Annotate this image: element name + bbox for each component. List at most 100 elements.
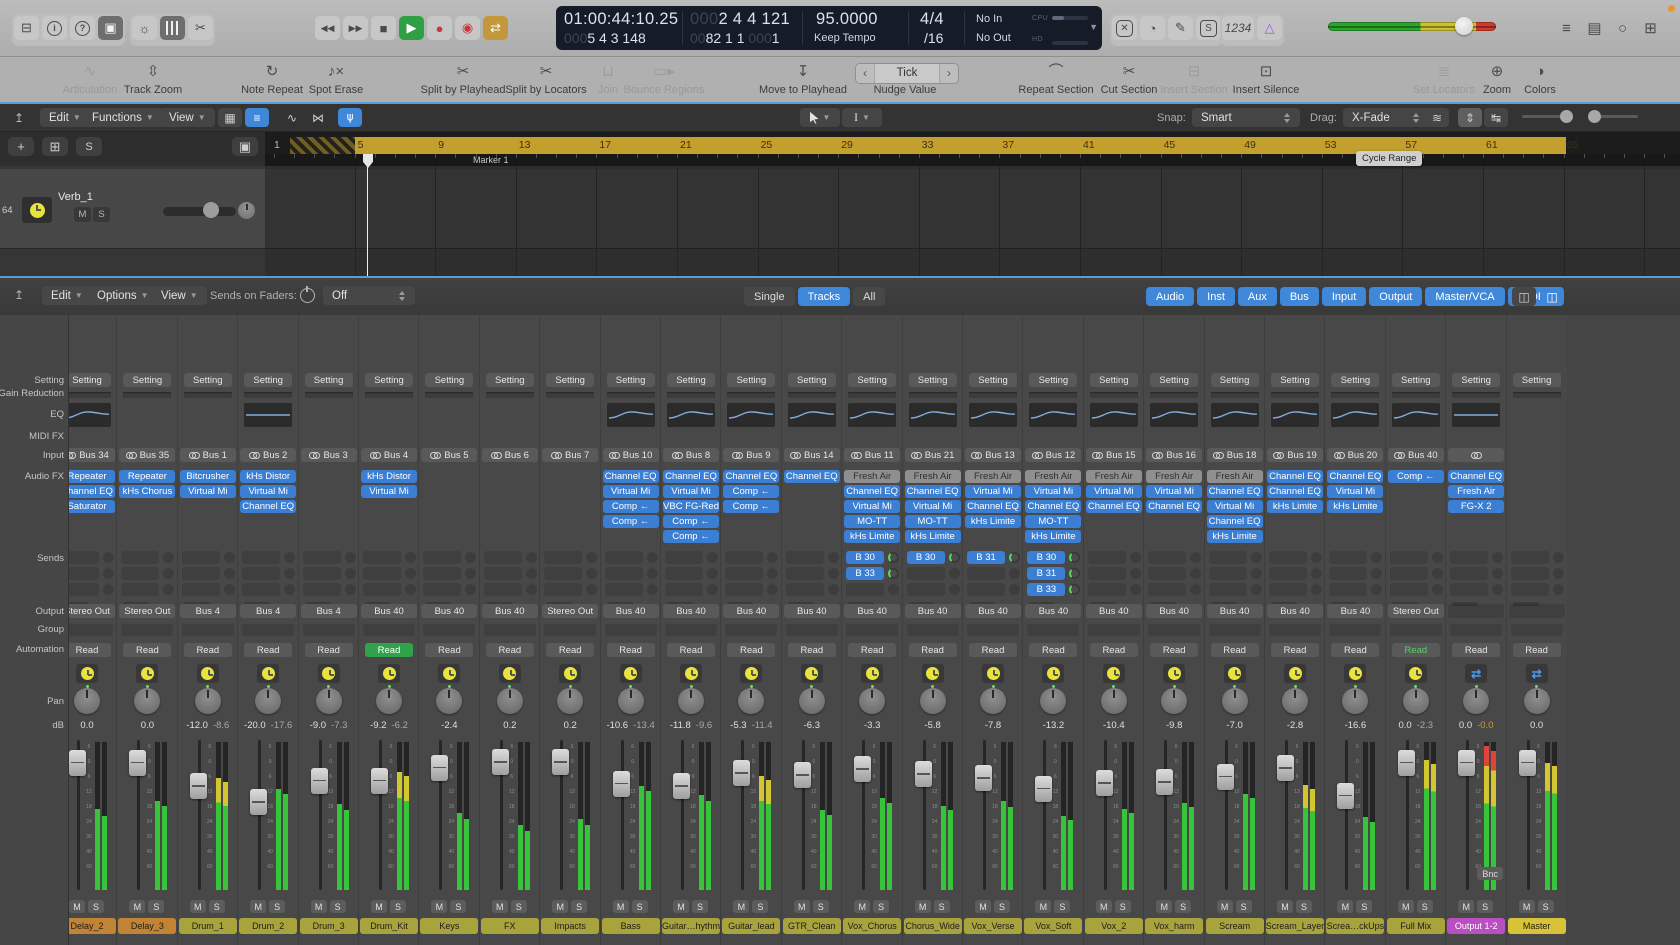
channel-db-readout[interactable]: -9.8 bbox=[1144, 720, 1204, 732]
channel-output-button[interactable]: Bus 40 bbox=[1025, 604, 1081, 618]
audio-fx-slot[interactable]: Comp ← bbox=[603, 515, 659, 528]
send-slot-empty[interactable] bbox=[1329, 583, 1367, 596]
solo-button[interactable]: S bbox=[511, 900, 527, 913]
mute-button[interactable]: M bbox=[552, 900, 568, 913]
solo-button[interactable]: S bbox=[330, 900, 346, 913]
audio-fx-slot[interactable]: Virtual Mi bbox=[663, 485, 719, 498]
metronome-icon[interactable]: △ bbox=[1257, 16, 1282, 40]
channel-setting-button[interactable]: Setting bbox=[486, 373, 534, 387]
mixer-filter-output[interactable]: Output bbox=[1369, 287, 1422, 306]
channel-output-button[interactable]: Bus 40 bbox=[361, 604, 417, 618]
count-in-button[interactable]: 1234 bbox=[1222, 16, 1254, 40]
send-slot-empty[interactable] bbox=[1450, 567, 1488, 580]
tuner-icon[interactable]: ◔ bbox=[1140, 16, 1165, 40]
channel-setting-button[interactable]: Setting bbox=[1271, 373, 1319, 387]
audio-fx-slot[interactable]: Channel EQ bbox=[1327, 470, 1383, 483]
channel-strip[interactable]: SettingBus 12Fresh AirVirtual MiChannel … bbox=[1022, 315, 1083, 945]
channel-db-readout[interactable]: -3.3 bbox=[842, 720, 902, 732]
fader-cap[interactable] bbox=[1337, 783, 1354, 809]
channel-setting-button[interactable]: Setting bbox=[244, 373, 292, 387]
send-slot-empty[interactable] bbox=[786, 567, 824, 580]
channel-automation-button[interactable]: Read bbox=[1029, 643, 1077, 657]
inspector-toggle-icon[interactable]: ▣ bbox=[98, 16, 123, 40]
mute-button[interactable]: M bbox=[1156, 900, 1172, 913]
pan-knob[interactable] bbox=[799, 688, 825, 714]
audio-fx-slot[interactable]: Fresh Air bbox=[965, 470, 1021, 483]
channel-name[interactable]: Delay_3 bbox=[118, 918, 176, 934]
channel-automation-button[interactable]: Read bbox=[848, 643, 896, 657]
audio-fx-slot[interactable]: kHs Limite bbox=[1327, 500, 1383, 513]
mixer-filter-input[interactable]: Input bbox=[1322, 287, 1366, 306]
channel-group-button[interactable] bbox=[1329, 624, 1381, 636]
track-header-verb1[interactable]: 64 Verb_1 M S bbox=[0, 169, 265, 249]
mute-button[interactable]: M bbox=[854, 900, 870, 913]
channel-input-button[interactable]: Bus 9 bbox=[723, 448, 779, 462]
channel-output-button[interactable]: Stereo Out bbox=[542, 604, 598, 618]
pan-knob[interactable] bbox=[678, 688, 704, 714]
channel-eq-thumbnail[interactable] bbox=[1150, 403, 1198, 427]
split-tool-icon[interactable]: ⋔ bbox=[338, 108, 362, 127]
toolbar-item-colors[interactable]: ◑Colors bbox=[1475, 62, 1605, 96]
channel-group-button[interactable] bbox=[846, 624, 898, 636]
channel-group-button[interactable] bbox=[1269, 624, 1321, 636]
send-slot-empty[interactable] bbox=[907, 567, 945, 580]
channel-db-readout[interactable]: -7.0 bbox=[1205, 720, 1265, 732]
pan-knob[interactable] bbox=[1101, 688, 1127, 714]
channel-strip[interactable]: SettingChannel EQFresh AirFG-X 2Read⇄0.0… bbox=[1445, 315, 1506, 945]
sends-on-faders-menu[interactable]: Off bbox=[323, 286, 415, 305]
channel-eq-thumbnail[interactable] bbox=[727, 403, 775, 427]
channel-input-button[interactable]: Bus 5 bbox=[421, 448, 477, 462]
mute-button[interactable]: M bbox=[1458, 900, 1474, 913]
fader-cap[interactable] bbox=[915, 761, 932, 787]
channel-setting-button[interactable]: Setting bbox=[607, 373, 655, 387]
bar-ruler[interactable]: 1591317212529333741454953576165 Marker 1 bbox=[265, 132, 1680, 166]
channel-automation-button[interactable]: Read bbox=[305, 643, 353, 657]
audio-fx-slot[interactable]: Virtual Mi bbox=[361, 485, 417, 498]
channel-eq-thumbnail[interactable] bbox=[1211, 403, 1259, 427]
mute-button[interactable]: M bbox=[190, 900, 206, 913]
audio-fx-slot[interactable]: Channel EQ bbox=[240, 500, 296, 513]
send-slot-empty[interactable] bbox=[182, 551, 220, 564]
library-icon[interactable]: ⊟ bbox=[14, 16, 39, 40]
send-slot-empty[interactable] bbox=[967, 583, 1005, 596]
send-slot-empty[interactable] bbox=[121, 567, 159, 580]
tracks-view-menu[interactable]: View▼ bbox=[160, 108, 215, 127]
audio-fx-slot[interactable]: Channel EQ bbox=[784, 470, 840, 483]
pan-knob[interactable] bbox=[1282, 688, 1308, 714]
send-slot-empty[interactable] bbox=[1148, 551, 1186, 564]
fader-cap[interactable] bbox=[129, 750, 146, 776]
record-button[interactable]: ● bbox=[427, 16, 452, 40]
audio-fx-slot[interactable]: Channel EQ bbox=[1267, 485, 1323, 498]
mute-button[interactable]: M bbox=[250, 900, 266, 913]
send-slot[interactable]: B 30 bbox=[907, 551, 945, 564]
send-slot-empty[interactable] bbox=[423, 583, 461, 596]
solo-button[interactable]: S bbox=[1236, 900, 1252, 913]
channel-eq-thumbnail[interactable] bbox=[667, 403, 715, 427]
mute-button[interactable]: M bbox=[1035, 900, 1051, 913]
channel-group-button[interactable] bbox=[786, 624, 838, 636]
solo-button[interactable]: S bbox=[450, 900, 466, 913]
solo-button[interactable]: S bbox=[873, 900, 889, 913]
send-slot-empty[interactable] bbox=[1390, 551, 1428, 564]
send-slot-empty[interactable] bbox=[1511, 567, 1549, 580]
solo-button[interactable]: S bbox=[934, 900, 950, 913]
channel-db-readout[interactable]: -16.6 bbox=[1325, 720, 1385, 732]
pan-knob[interactable] bbox=[920, 688, 946, 714]
solo-button[interactable]: S bbox=[813, 900, 829, 913]
channel-input-button[interactable]: Bus 16 bbox=[1146, 448, 1202, 462]
channel-db-readout[interactable]: 0.2 bbox=[480, 720, 540, 732]
send-slot-empty[interactable] bbox=[1329, 551, 1367, 564]
channel-automation-button[interactable]: Read bbox=[365, 643, 413, 657]
send-slot-empty[interactable] bbox=[363, 567, 401, 580]
channel-group-button[interactable] bbox=[1450, 624, 1502, 636]
channel-automation-button[interactable]: Read bbox=[486, 643, 534, 657]
mute-button[interactable]: M bbox=[69, 900, 85, 913]
channel-group-button[interactable] bbox=[423, 624, 475, 636]
channel-db-readout[interactable]: -5.8 bbox=[903, 720, 963, 732]
channel-output-button[interactable]: Bus 4 bbox=[180, 604, 236, 618]
mixer-options-menu[interactable]: Options▼ bbox=[88, 286, 158, 305]
send-slot-empty[interactable] bbox=[363, 583, 401, 596]
audio-fx-slot[interactable]: Virtual Mi bbox=[965, 485, 1021, 498]
channel-strip[interactable]: SettingBus 15Fresh AirVirtual MiChannel … bbox=[1083, 315, 1144, 945]
send-slot-empty[interactable] bbox=[665, 551, 703, 564]
